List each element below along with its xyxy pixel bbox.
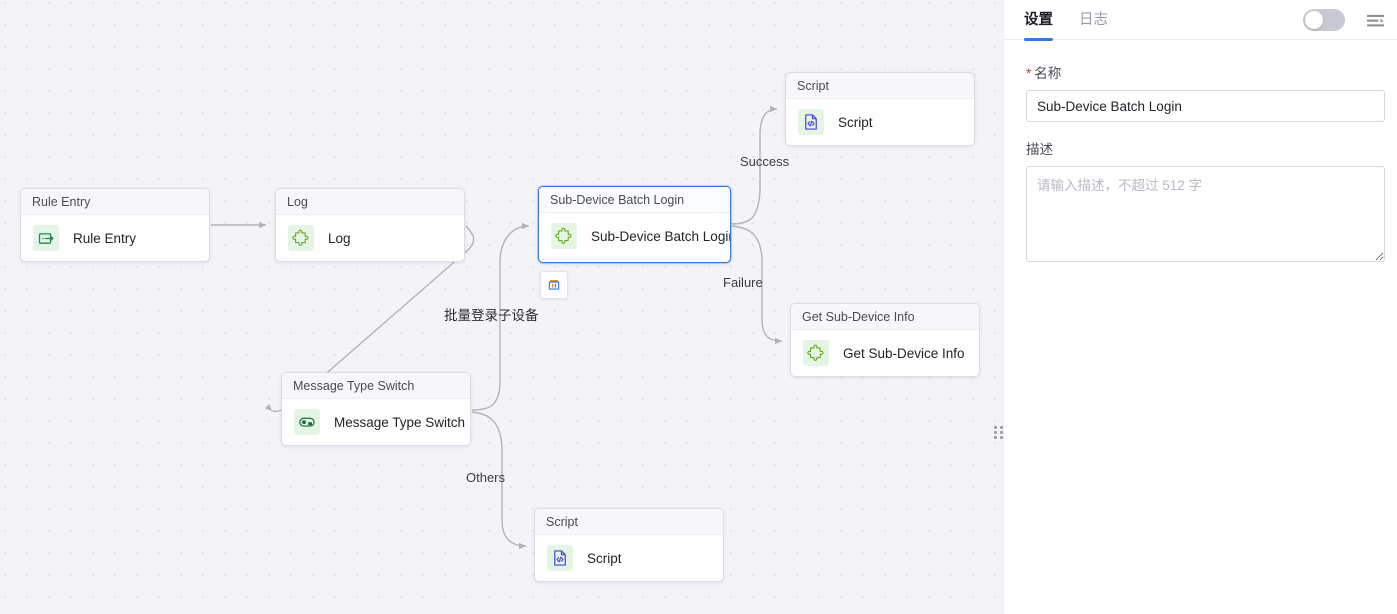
node-header-log: Log — [276, 189, 464, 215]
panel-tabs: 设置 日志 — [1004, 0, 1397, 41]
node-label-log: Log — [328, 230, 351, 246]
node-script-top[interactable]: Script Script — [785, 72, 975, 146]
field-name: * 名称 — [1026, 62, 1385, 122]
puzzle-icon — [288, 225, 314, 251]
node-rule-entry[interactable]: Rule Entry Rule Entry — [20, 188, 210, 262]
rule-entry-icon — [33, 225, 59, 251]
node-body-script-top: Script — [786, 99, 974, 145]
node-header-sub-device-batch-login: Sub-Device Batch Login — [539, 187, 730, 213]
name-label-text: 名称 — [1034, 66, 1062, 81]
handle-dot — [993, 435, 997, 439]
node-sub-device-batch-login[interactable]: Sub-Device Batch Login Sub-Device Batch … — [538, 186, 731, 263]
node-label-script-top: Script — [838, 114, 873, 130]
handle-dot — [999, 435, 1003, 439]
node-header-script-bottom: Script — [535, 509, 723, 535]
node-label-rule-entry: Rule Entry — [73, 230, 137, 246]
node-get-sub-device-info[interactable]: Get Sub-Device Info Get Sub-Device Info — [790, 303, 980, 377]
name-input[interactable] — [1026, 90, 1385, 122]
tab-logs[interactable]: 日志 — [1079, 0, 1108, 40]
node-label-sub-device-batch-login: Sub-Device Batch Login — [591, 228, 731, 244]
edge-label-others: Others — [466, 470, 506, 485]
node-header-message-type-switch: Message Type Switch — [282, 373, 470, 399]
node-header-script-top: Script — [786, 73, 974, 99]
edge-label-failure: Failure — [723, 275, 763, 290]
node-body-sub-device-batch-login: Sub-Device Batch Login — [539, 213, 730, 259]
script-icon — [798, 109, 824, 135]
field-description: 描述 — [1026, 138, 1385, 267]
puzzle-icon — [551, 223, 577, 249]
node-body-script-bottom: Script — [535, 535, 723, 581]
edge-label-success: Success — [740, 154, 790, 169]
node-header-get-sub-device-info: Get Sub-Device Info — [791, 304, 979, 330]
list-indent-icon[interactable] — [1363, 9, 1387, 33]
node-label-get-sub-device-info: Get Sub-Device Info — [843, 345, 965, 361]
handle-dot — [993, 430, 997, 434]
required-asterisk: * — [1026, 66, 1032, 81]
toggle-knob — [1305, 11, 1323, 29]
node-log[interactable]: Log Log — [275, 188, 465, 262]
rule-chain-editor: Rule Entry Rule Entry Log Log Sub-Device… — [0, 0, 1397, 614]
node-body-message-type-switch: Message Type Switch — [282, 399, 470, 445]
delete-node-button[interactable] — [540, 271, 568, 299]
description-field-label: 描述 — [1026, 142, 1053, 157]
flow-canvas[interactable]: Rule Entry Rule Entry Log Log Sub-Device… — [0, 0, 1003, 614]
node-message-type-switch[interactable]: Message Type Switch Message Type Switch — [281, 372, 471, 446]
node-settings-form: *名称 描述 — [1004, 40, 1397, 267]
node-body-rule-entry: Rule Entry — [21, 215, 209, 261]
description-textarea[interactable] — [1026, 166, 1385, 262]
trash-icon — [548, 280, 560, 290]
tab-settings[interactable]: 设置 — [1024, 0, 1053, 41]
handle-dot — [999, 430, 1003, 434]
properties-panel: 设置 日志 *名称 描述 — [993, 0, 1397, 614]
node-body-get-sub-device-info: Get Sub-Device Info — [791, 330, 979, 376]
panel-toggle-switch[interactable] — [1303, 9, 1345, 31]
script-icon — [547, 545, 573, 571]
node-header-rule-entry: Rule Entry — [21, 189, 209, 215]
puzzle-icon — [803, 340, 829, 366]
node-label-message-type-switch: Message Type Switch — [334, 414, 466, 430]
node-body-log: Log — [276, 215, 464, 261]
node-label-script-bottom: Script — [587, 550, 622, 566]
panel-resize-handle[interactable] — [992, 424, 1004, 440]
node-script-bottom[interactable]: Script Script — [534, 508, 724, 582]
message-switch-icon — [294, 409, 320, 435]
handle-dot — [993, 425, 997, 429]
edge-label-batch-login: 批量登录子设备 — [444, 308, 539, 323]
handle-dot — [999, 425, 1003, 429]
name-field-label: * 名称 — [1026, 62, 1377, 82]
